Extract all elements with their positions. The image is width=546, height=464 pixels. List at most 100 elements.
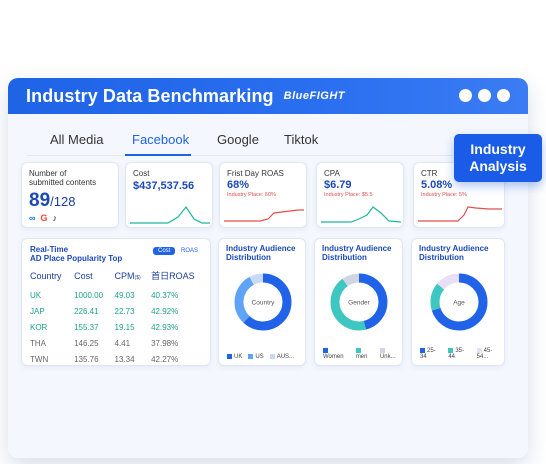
cpa-card: CPA $6.79 Industry Place: $5.5	[316, 162, 404, 228]
legend-swatch-icon	[379, 347, 385, 353]
badge-line-2: Analysis	[469, 158, 527, 174]
tab-facebook[interactable]: Facebook	[132, 132, 189, 147]
cell: 155.37	[74, 322, 99, 332]
country-donut-chart: Country	[234, 273, 292, 331]
dist-subtitle: Distribution	[226, 253, 271, 262]
realtime-subtitle: AD Place Popularity Top	[30, 254, 123, 263]
legend-swatch-icon	[227, 353, 232, 359]
cpa-trend-chart	[321, 206, 401, 223]
legend-label: US	[255, 354, 264, 360]
dist-subtitle: Distribution	[419, 253, 464, 262]
cpa-label: CPA	[324, 169, 340, 178]
dist-title: Industry Audience	[322, 244, 392, 253]
active-tab-indicator	[125, 154, 191, 156]
legend-swatch-icon	[355, 347, 361, 353]
column-header: CPM	[114, 270, 135, 281]
table-row: JAP 226.41 22.73 42.92%	[30, 303, 212, 319]
ctr-industry-place: Industry Place: 5%	[421, 192, 467, 198]
donut-center-label: Age	[453, 300, 465, 307]
age-donut-chart: Age	[430, 273, 488, 331]
table-row: UK 1000.00 49.03 40.37%	[30, 287, 212, 303]
window-dot-icon[interactable]	[459, 89, 472, 102]
cell: 1000.00	[74, 290, 104, 300]
roas-card: Frist Day ROAS 68% Industry Place: 60%	[219, 162, 307, 228]
cell: 13.34	[114, 354, 135, 364]
cell: THA	[30, 338, 46, 348]
cpa-industry-place: Industry Place: $5.5	[324, 192, 373, 198]
tab-tiktok[interactable]: Tiktok	[284, 132, 318, 147]
cell: TWN	[30, 354, 49, 364]
submitted-label: Number of	[29, 169, 67, 178]
legend-label: AUS...	[276, 354, 295, 360]
roas-toggle[interactable]: ROAS	[176, 247, 203, 255]
column-header: Cost	[74, 270, 93, 281]
legend-swatch-icon	[476, 347, 482, 353]
table-row: THA 146.25 4.41 37.98%	[30, 335, 212, 351]
cost-value: $437,537.56	[133, 180, 195, 192]
cell: JAP	[30, 306, 45, 316]
legend-label: UK	[234, 354, 243, 360]
dist-title: Industry Audience	[419, 244, 489, 253]
donut-center-label: Gender	[348, 300, 371, 307]
cost-card: Cost $437,537.56	[125, 162, 213, 228]
cpa-value: $6.79	[324, 179, 352, 191]
table-row: TWN 135.76 13.34 42.27%	[30, 351, 212, 367]
dist-title: Industry Audience	[226, 244, 296, 253]
legend-swatch-icon	[248, 353, 254, 359]
roas-label: Frist Day ROAS	[227, 169, 284, 178]
cell: UK	[30, 290, 42, 300]
cell: 19.15	[114, 322, 135, 332]
cell: 146.25	[74, 338, 99, 348]
cost-toggle[interactable]: Cost	[153, 247, 176, 255]
roas-trend-chart	[224, 209, 304, 222]
legend-swatch-icon	[448, 347, 454, 353]
column-header: Country	[30, 270, 62, 281]
ctr-trend-chart	[418, 206, 502, 222]
meta-icon: ∞	[29, 213, 36, 223]
app-title: Industry Data Benchmarking	[26, 85, 274, 106]
cell: 42.93%	[151, 322, 179, 332]
age-distribution-card: Industry Audience Distribution Age 25-34…	[411, 238, 505, 366]
cpm-unit: ($)	[134, 274, 141, 281]
ctr-label: CTR	[421, 169, 438, 178]
dist-subtitle: Distribution	[322, 253, 367, 262]
window-dot-icon[interactable]	[478, 89, 491, 102]
country-distribution-card: Industry Audience Distribution Country U…	[218, 238, 306, 366]
realtime-title: Real-Time	[30, 245, 69, 254]
cell: 49.03	[114, 290, 135, 300]
submitted-value: 89	[29, 190, 51, 211]
cell: 4.41	[114, 338, 131, 348]
submitted-total: /128	[50, 194, 76, 209]
window-dot-icon[interactable]	[497, 89, 510, 102]
brand-logo: BlueFIGHT	[283, 90, 346, 102]
submitted-card: Number of submitted contents 89/128 ∞ G …	[21, 162, 119, 228]
legend-swatch-icon	[269, 353, 275, 359]
tab-google[interactable]: Google	[217, 132, 259, 147]
google-icon: G	[40, 213, 48, 223]
cell: 22.73	[114, 306, 135, 316]
gender-distribution-card: Industry Audience Distribution Gender Wo…	[314, 238, 403, 366]
tiktok-icon: ♪	[52, 213, 57, 223]
media-tabs: All Media Facebook Google Tiktok	[26, 128, 476, 156]
roas-industry-place: Industry Place: 60%	[227, 192, 276, 198]
cost-label: Cost	[133, 169, 150, 178]
realtime-table: Country Cost CPM($) 首日ROAS UK 1000.00 49…	[30, 269, 212, 367]
submitted-label-2: submitted contents	[29, 178, 97, 187]
column-header: 首日ROAS	[151, 271, 195, 281]
title-bar: Industry Data Benchmarking BlueFIGHT	[8, 78, 528, 114]
cell: 42.27%	[151, 354, 179, 364]
cell: 226.41	[74, 306, 99, 316]
window-controls	[459, 89, 510, 102]
roas-value: 68%	[227, 179, 250, 191]
cell: 135.76	[74, 354, 99, 364]
app-window: Industry Data Benchmarking BlueFIGHT All…	[8, 78, 528, 458]
gender-donut-chart: Gender	[330, 273, 388, 331]
legend-label: Unk...	[379, 354, 396, 360]
cost-trend-chart	[130, 205, 210, 224]
cell: 37.98%	[151, 338, 179, 348]
tab-all-media[interactable]: All Media	[50, 132, 103, 147]
legend-swatch-icon	[323, 347, 328, 353]
ctr-value: 5.08%	[421, 179, 453, 191]
industry-analysis-badge: Industry Analysis	[454, 134, 542, 182]
cell: KOR	[30, 322, 48, 332]
